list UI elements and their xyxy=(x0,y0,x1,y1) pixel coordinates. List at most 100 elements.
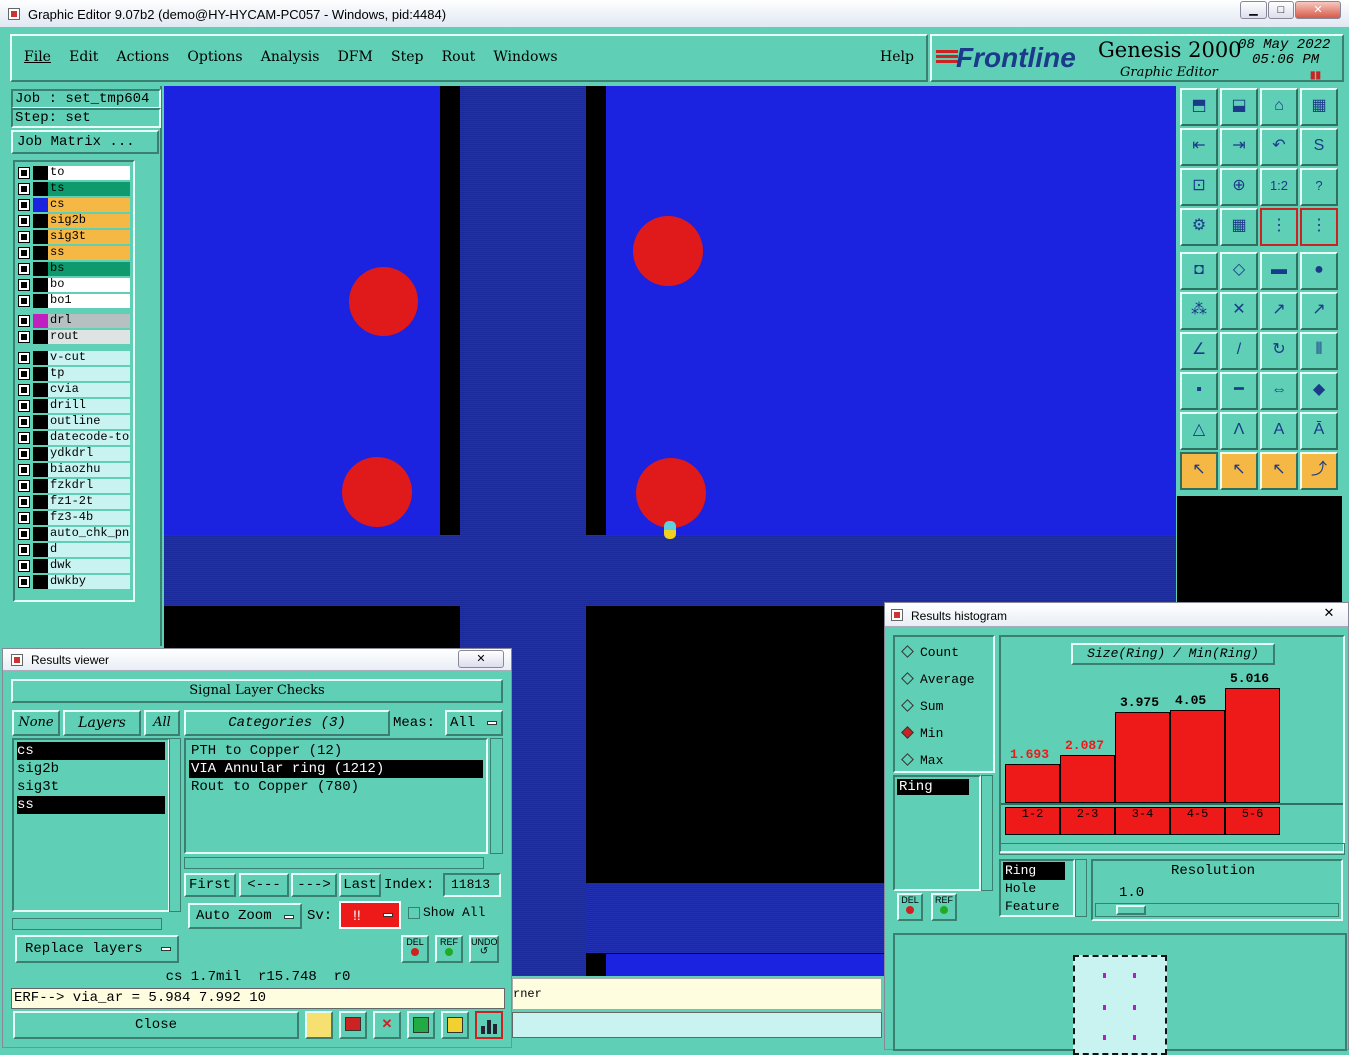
pad-icon[interactable]: ▪ xyxy=(1180,372,1218,410)
layer-checkbox[interactable] xyxy=(18,544,30,556)
layer-name[interactable]: dwk xyxy=(48,559,130,573)
layer-name[interactable]: v-cut xyxy=(48,351,130,365)
maximize-button[interactable]: □ xyxy=(1268,1,1294,19)
last-button[interactable]: Last xyxy=(339,873,381,897)
filter-icon[interactable] xyxy=(407,1011,435,1039)
snap-icon[interactable]: ⋮ xyxy=(1260,208,1298,246)
layer-color-swatch[interactable] xyxy=(33,463,48,477)
fit-icon[interactable]: ⊡ xyxy=(1180,168,1218,206)
resolution-slider[interactable] xyxy=(1095,903,1339,917)
layer-checkbox[interactable] xyxy=(18,464,30,476)
layer-color-swatch[interactable] xyxy=(33,330,48,344)
layer-checkbox[interactable] xyxy=(18,352,30,364)
layer-checkbox[interactable] xyxy=(18,263,30,275)
layer-row-ts[interactable]: ts xyxy=(18,182,130,196)
line-icon[interactable]: ↗ xyxy=(1260,292,1298,330)
layer-name[interactable]: bs xyxy=(48,262,130,276)
bin-label[interactable]: 1-2 xyxy=(1005,807,1060,835)
layer-row-sig3t[interactable]: sig3t xyxy=(18,230,130,244)
move-left-icon[interactable]: ⇤ xyxy=(1180,128,1218,166)
layer-name[interactable]: datecode-to xyxy=(48,431,130,445)
undo-step-icon[interactable]: ↶ xyxy=(1260,128,1298,166)
layer-row-datecode-to[interactable]: datecode-to xyxy=(18,431,130,445)
scale-icon[interactable]: 1:2 xyxy=(1260,168,1298,206)
snap2-icon[interactable]: ⋮ xyxy=(1300,208,1338,246)
layer-color-swatch[interactable] xyxy=(33,559,48,573)
delete-results-icon[interactable]: ✕ xyxy=(373,1011,401,1039)
group-icon[interactable]: ◆ xyxy=(1300,372,1338,410)
layer-list-scrollbar[interactable] xyxy=(169,738,181,912)
layer-checkbox[interactable] xyxy=(18,560,30,572)
layer-row-fz1-2t[interactable]: fz1-2t xyxy=(18,495,130,509)
layer-name[interactable]: cs xyxy=(48,198,130,212)
layer-color-swatch[interactable] xyxy=(33,447,48,461)
layer-color-swatch[interactable] xyxy=(33,543,48,557)
arrow-a-icon[interactable]: Λ xyxy=(1220,412,1258,450)
layer-row-bo1[interactable]: bo1 xyxy=(18,294,130,308)
result-layer-item[interactable]: sig3t xyxy=(17,778,165,796)
dash-icon[interactable]: ━ xyxy=(1220,372,1258,410)
first-button[interactable]: First xyxy=(184,873,236,897)
layer-color-swatch[interactable] xyxy=(33,246,48,260)
viewer-close-button[interactable]: ✕ xyxy=(458,650,504,668)
show-all-checkbox[interactable] xyxy=(408,907,420,919)
layer-checkbox[interactable] xyxy=(18,576,30,588)
grid-icon[interactable]: ▦ xyxy=(1220,208,1258,246)
select-box-icon[interactable]: ↖ xyxy=(1220,452,1258,490)
layer-checkbox[interactable] xyxy=(18,448,30,460)
home-icon[interactable]: ⌂ xyxy=(1260,88,1298,126)
index-input[interactable]: 11813 xyxy=(443,873,501,897)
layer-row-bo[interactable]: bo xyxy=(18,278,130,292)
layer-checkbox[interactable] xyxy=(18,528,30,540)
layer-name[interactable]: drill xyxy=(48,399,130,413)
layer-row-fzkdrl[interactable]: fzkdrl xyxy=(18,479,130,493)
bin-label[interactable]: 5-6 xyxy=(1225,807,1280,835)
slant-icon[interactable]: / xyxy=(1220,332,1258,370)
del-button[interactable]: DEL xyxy=(401,935,429,963)
zoom-box-icon[interactable]: ◘ xyxy=(1180,252,1218,290)
histogram-bar[interactable] xyxy=(1060,754,1115,803)
hist-ref-button[interactable]: REF xyxy=(931,893,957,921)
layer-checkbox[interactable] xyxy=(18,295,30,307)
stat-radio-min[interactable]: Min xyxy=(901,726,943,741)
layer-name[interactable]: ydkdrl xyxy=(48,447,130,461)
all-layers-button[interactable]: All xyxy=(144,710,180,736)
resolution-slider-thumb[interactable] xyxy=(1116,905,1146,915)
settings-icon[interactable]: ⚙ xyxy=(1180,208,1218,246)
histogram-bar[interactable] xyxy=(1115,711,1170,803)
layer-color-swatch[interactable] xyxy=(33,575,48,589)
layer-color-swatch[interactable] xyxy=(33,314,48,328)
hist-del-button[interactable]: DEL xyxy=(897,893,923,921)
layer-color-swatch[interactable] xyxy=(33,527,48,541)
point-icon[interactable]: ● xyxy=(1300,252,1338,290)
arrow-c-icon[interactable]: Ā xyxy=(1300,412,1338,450)
layer-checkbox[interactable] xyxy=(18,400,30,412)
layer-checkbox[interactable] xyxy=(18,368,30,380)
layer-row-v-cut[interactable]: v-cut xyxy=(18,351,130,365)
layer-checkbox[interactable] xyxy=(18,167,30,179)
ring-list-scrollbar[interactable] xyxy=(981,775,993,891)
layer-name[interactable]: ts xyxy=(48,182,130,196)
select-rot-icon[interactable]: ↖ xyxy=(1260,452,1298,490)
layer-name[interactable]: ss xyxy=(48,246,130,260)
node-icon[interactable]: ⁂ xyxy=(1180,292,1218,330)
result-layer-item[interactable]: cs xyxy=(17,742,165,760)
result-marker[interactable] xyxy=(664,521,676,539)
layer-name[interactable]: to xyxy=(48,166,130,180)
layer-name[interactable]: drl xyxy=(48,314,130,328)
layer-name[interactable]: dwkby xyxy=(48,575,130,589)
ring-list[interactable]: Ring xyxy=(893,775,981,891)
select-icon[interactable]: ↖ xyxy=(1180,452,1218,490)
layer-color-swatch[interactable] xyxy=(33,294,48,308)
arc-icon[interactable]: ↗ xyxy=(1300,292,1338,330)
via-pad[interactable] xyxy=(349,267,418,336)
layer-list-hscrollbar[interactable] xyxy=(12,918,162,930)
layer-name[interactable]: outline xyxy=(48,415,130,429)
layer-row-d[interactable]: d xyxy=(18,543,130,557)
draw-line-icon[interactable]: ∠ xyxy=(1180,332,1218,370)
layer-color-swatch[interactable] xyxy=(33,230,48,244)
layer-name[interactable]: fzkdrl xyxy=(48,479,130,493)
via-pad[interactable] xyxy=(636,458,706,528)
auto-zoom-dropdown[interactable]: Auto Zoom xyxy=(188,903,302,929)
layer-color-swatch[interactable] xyxy=(33,511,48,525)
